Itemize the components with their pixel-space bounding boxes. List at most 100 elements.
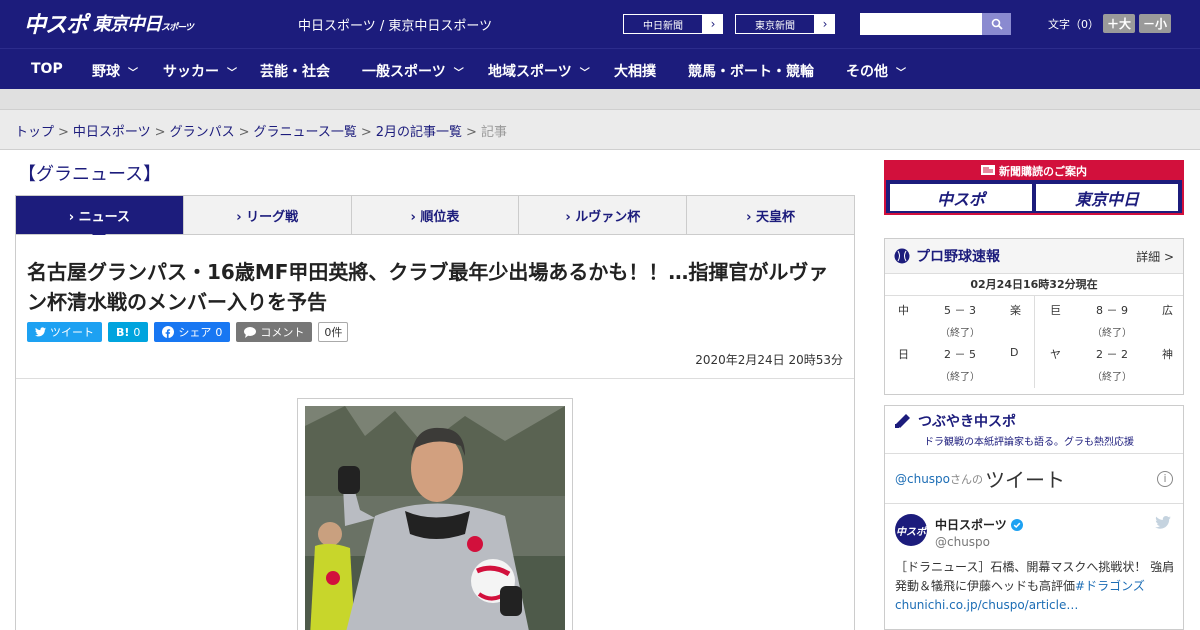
game-status: （終了） xyxy=(940,328,980,339)
tsubuyaki-title-row: つぶやき中スポ xyxy=(894,411,1174,431)
breadcrumb-grampus[interactable]: グランパス xyxy=(170,125,235,140)
search-input[interactable] xyxy=(860,13,982,35)
nav-item-baseball[interactable]: 野球 ﹀ xyxy=(92,61,138,81)
tweet-author-name[interactable]: 中日スポーツ xyxy=(935,516,1023,533)
tokyo-shimbun-link[interactable]: 東京新聞 › xyxy=(734,13,836,35)
search-box xyxy=(860,13,1011,35)
site-logo[interactable]: 中スポ 東京中日スポーツ xyxy=(24,8,194,38)
font-size-label: 文字（0） xyxy=(1048,17,1099,31)
search-icon xyxy=(991,18,1003,30)
breadcrumb-news-list[interactable]: グラニュース一覧 xyxy=(254,125,357,140)
section-heading: 【グラニュース】 xyxy=(18,164,162,185)
breadcrumb-top[interactable]: トップ xyxy=(15,125,54,140)
nav-label: 地域スポーツ xyxy=(488,64,572,80)
subscription-promo[interactable]: 新聞購読のご案内 中スポ 東京中日 xyxy=(884,160,1184,215)
nav-item-sumo[interactable]: 大相撲 xyxy=(614,61,656,81)
article-photo[interactable] xyxy=(305,406,565,630)
tab-standings[interactable]: › 順位表 xyxy=(351,196,520,234)
chevron-down-icon: ﹀ xyxy=(227,67,237,79)
breadcrumb-current: 記事 xyxy=(480,125,507,140)
logo-chuspo: 中スポ xyxy=(24,13,88,38)
game-item[interactable]: 中 5 － 3 楽 （終了） xyxy=(890,296,1030,340)
tsubuyaki-header: つぶやき中スポ ドラ観戦の本紙評論家も語る。グラも熱烈応援 xyxy=(885,406,1183,454)
comment-label: コメント xyxy=(260,326,305,339)
search-button[interactable] xyxy=(982,13,1011,35)
comment-count[interactable]: 0件 xyxy=(318,322,349,342)
tweet-author-label: 中日スポーツ xyxy=(935,518,1007,532)
promo-chuspo-logo[interactable]: 中スポ xyxy=(890,184,1032,211)
nav-item-racing[interactable]: 競馬・ボート・競輪 xyxy=(688,61,814,81)
logo-tokyo-chunichi: 東京中日スポーツ xyxy=(93,10,194,36)
verified-badge-icon xyxy=(1010,518,1023,531)
article-headline: 名古屋グランパス・16歳MF甲田英將、クラブ最年少出場あるかも！！…指揮官がルヴ… xyxy=(27,260,829,314)
chevron-right-icon: › xyxy=(815,14,835,34)
font-bigger-button[interactable]: ＋大 xyxy=(1103,14,1136,33)
score-timestamp: 02月24日16時32分現在 xyxy=(885,274,1183,296)
promo-logos: 中スポ 東京中日 xyxy=(886,180,1182,215)
nav-item-top[interactable]: TOP xyxy=(31,61,63,77)
tweet-label: ツイート xyxy=(50,326,94,339)
nav-label: 競馬・ボート・競輪 xyxy=(688,64,814,80)
logo-tokyo-chunichi-main: 東京中日 xyxy=(93,14,162,35)
tsubuyaki-widget: つぶやき中スポ ドラ観戦の本紙評論家も語る。グラも熱烈応援 @chuspo さん… xyxy=(884,405,1184,630)
twitter-timeline-title: ツイート xyxy=(985,468,1066,492)
info-icon[interactable]: i xyxy=(1157,470,1173,487)
font-smaller-button[interactable]: －小 xyxy=(1139,14,1172,33)
breadcrumb-separator: > xyxy=(360,125,372,140)
nav-label: TOP xyxy=(31,61,63,77)
coach-photo xyxy=(305,406,565,630)
twitter-timeline-header: @chuspo さんの ツイート i xyxy=(885,454,1183,504)
away-team: 楽 xyxy=(1010,304,1021,317)
nav-item-entertainment[interactable]: 芸能・社会 xyxy=(260,61,330,81)
megaphone-icon xyxy=(895,414,910,428)
avatar[interactable]: 中スポ xyxy=(895,514,927,546)
promo-title: 新聞購読のご案内 xyxy=(999,165,1087,178)
site-header: 中スポ 東京中日スポーツ 中日スポーツ / 東京中日スポーツ 中日新聞 › 東京… xyxy=(0,0,1200,48)
game-status: （終了） xyxy=(1092,328,1132,339)
tab-league[interactable]: › リーグ戦 xyxy=(183,196,352,234)
chevron-down-icon: ﹀ xyxy=(896,67,906,79)
nav-label: サッカー xyxy=(163,64,219,80)
tab-levain-cup[interactable]: › ルヴァン杯 xyxy=(519,196,688,234)
game-item[interactable]: 日 2 － 5 D （終了） xyxy=(890,340,1030,384)
chunichi-shimbun-link[interactable]: 中日新聞 › xyxy=(622,13,724,35)
nav-item-regional-sports[interactable]: 地域スポーツ ﹀ xyxy=(488,61,590,81)
tweet-link[interactable]: chunichi.co.jp/chuspo/article… xyxy=(895,598,1078,612)
tsubuyaki-title: つぶやき中スポ xyxy=(918,414,1016,430)
game-item[interactable]: ヤ 2 － 2 神 （終了） xyxy=(1042,340,1182,384)
tweet-author-handle[interactable]: @chuspo xyxy=(935,535,990,549)
nav-label: 一般スポーツ xyxy=(362,64,446,80)
breadcrumb-separator: > xyxy=(154,125,166,140)
pro-baseball-more-link[interactable]: 詳細 > xyxy=(1136,248,1174,265)
twitter-bird-icon[interactable] xyxy=(1155,516,1171,529)
baseball-icon xyxy=(894,248,910,264)
chevron-down-icon: ﹀ xyxy=(453,67,464,79)
comment-button[interactable]: コメント xyxy=(236,322,313,342)
site-title[interactable]: 中日スポーツ / 東京中日スポーツ xyxy=(298,15,492,34)
hatena-count: 0 xyxy=(133,325,141,339)
hatena-bookmark-button[interactable]: B! 0 xyxy=(108,322,149,342)
tweet-item[interactable]: 中スポ 中日スポーツ @chuspo ［ドラニュース］石橋、開幕マスクへ挑戦状！… xyxy=(885,504,1183,612)
game-status: （終了） xyxy=(1092,372,1132,383)
promo-tokyo-chunichi-logo[interactable]: 東京中日 xyxy=(1036,184,1178,211)
game-item[interactable]: 巨 8 － 9 広 （終了） xyxy=(1042,296,1182,340)
main-nav: TOP 野球 ﹀ サッカー ﹀ 芸能・社会 一般スポーツ ﹀ 地域スポーツ ﹀ 大相撲 … xyxy=(0,48,1200,89)
chevron-down-icon: ﹀ xyxy=(128,67,138,79)
nav-item-other[interactable]: その他 ﹀ xyxy=(846,61,906,81)
divider xyxy=(16,378,854,379)
twitter-handle-link[interactable]: @chuspo xyxy=(895,472,950,486)
article: 名古屋グランパス・16歳MF甲田英將、クラブ最年少出場あるかも！！…指揮官がルヴ… xyxy=(15,235,855,630)
promo-header: 新聞購読のご案内 xyxy=(886,162,1182,180)
breadcrumb-chunichi-sports[interactable]: 中日スポーツ xyxy=(73,125,151,140)
tab-news[interactable]: › ニュース xyxy=(16,196,184,241)
tab-emperors-cup[interactable]: › 天皇杯 xyxy=(687,196,854,234)
breadcrumb: トップ > 中日スポーツ > グランパス > グラニュース一覧 >2月の記事一覧 > 記事 xyxy=(0,110,1200,150)
away-team: D xyxy=(1010,346,1019,359)
facebook-share-button[interactable]: シェア 0 xyxy=(154,322,231,342)
game-score: 5 － 3 xyxy=(944,304,976,317)
nav-item-soccer[interactable]: サッカー ﹀ xyxy=(163,61,237,81)
nav-item-general-sports[interactable]: 一般スポーツ ﹀ xyxy=(362,61,464,81)
tweet-button[interactable]: ツイート xyxy=(27,322,102,342)
breadcrumb-february-list[interactable]: 2月の記事一覧 xyxy=(376,125,462,140)
tweet-hashtag[interactable]: #ドラゴンズ xyxy=(1075,579,1145,593)
